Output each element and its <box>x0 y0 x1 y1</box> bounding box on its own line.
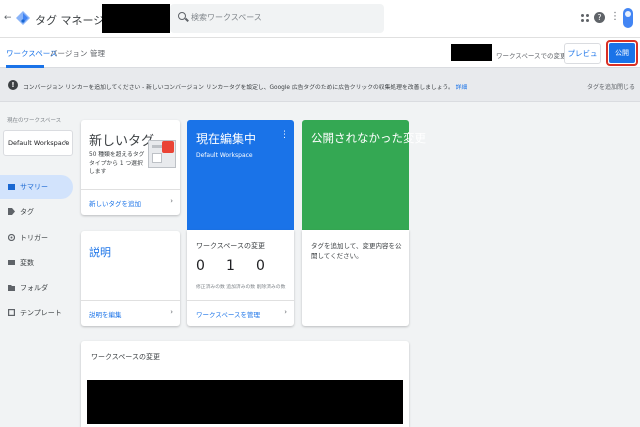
new-tag-title: 新しいタグ <box>89 134 155 149</box>
tag-icon <box>8 208 15 215</box>
banner-close-link[interactable]: 閉じる <box>617 82 635 91</box>
sidebar-item-summary[interactable]: サマリー <box>0 175 73 199</box>
chevron-right-icon: › <box>284 308 287 316</box>
sidebar-item-label: トリガー <box>20 234 48 242</box>
unpublished-changes-card: 公開されなかった変更 <box>302 120 426 230</box>
tag-manager-logo-icon <box>16 11 30 25</box>
count-labels: 修正済みの数 追加済みの数 削除済みの数 <box>196 285 286 290</box>
unpublished-changes-title: 公開されなかった変更 <box>311 131 426 145</box>
currently-editing-title: 現在編集中 <box>196 132 257 146</box>
sidebar-item-label: テンプレート <box>20 309 62 317</box>
workspace-name: Default Workspace <box>8 139 70 147</box>
preview-button[interactable]: プレビュー <box>564 43 601 77</box>
sidebar-item-triggers[interactable]: トリガー <box>0 226 73 250</box>
banner-message: コンバージョン リンカーを追加してください - 新しいコンバージョン リンカータ… <box>23 82 467 91</box>
card-divider <box>81 300 180 301</box>
banner-add-tag-link[interactable]: タグを追加 <box>587 82 617 91</box>
description-title: 説明 <box>89 246 111 259</box>
redacted-changes-list <box>87 380 403 424</box>
sidebar-item-tags[interactable]: タグ <box>0 200 73 224</box>
redacted-account-name <box>102 4 170 33</box>
account-avatar[interactable] <box>623 8 633 28</box>
sidebar-item-folders[interactable]: フォルダ <box>0 276 73 300</box>
tag-badge-icon <box>162 141 174 153</box>
current-workspace-name: Default Workspace <box>196 152 253 159</box>
info-icon: ! <box>8 80 18 90</box>
more-options-icon[interactable]: ⋮ <box>280 130 289 140</box>
deleted-count: 0 <box>256 258 265 274</box>
card-divider <box>81 189 180 190</box>
more-options-icon[interactable]: ⋮ <box>610 11 620 22</box>
modified-count: 0 <box>196 258 205 274</box>
learn-more-link[interactable]: 詳細 <box>456 85 468 91</box>
description-card[interactable]: 説明 説明を編集 › <box>81 231 180 326</box>
redacted-container-id <box>451 44 492 61</box>
workspace-changes-panel: ワークスペースの変更 0 1 0 修正済みの数 追加済みの数 削除済みの数 ワー… <box>187 230 294 326</box>
new-tag-card[interactable]: 新しいタグ 50 種類を超えるタグ タイプから 1 つ選択します 新しいタグを追… <box>81 120 180 215</box>
banner-message-text: コンバージョン リンカーを追加してください - 新しいコンバージョン リンカータ… <box>23 85 454 91</box>
workspace-changes-card: ワークスペースの変更 <box>81 341 409 427</box>
folder-icon <box>8 285 15 291</box>
manage-workspaces-link[interactable]: ワークスペースを管理 <box>196 309 260 319</box>
search-placeholder: 検索ワークスペース <box>191 13 262 22</box>
workspace-changes-card-title: ワークスペースの変更 <box>91 353 160 361</box>
trigger-icon <box>8 234 15 241</box>
edit-description-link[interactable]: 説明を編集 <box>89 309 122 319</box>
help-icon[interactable]: ? <box>594 12 605 23</box>
currently-editing-card: 現在編集中 Default Workspace ⋮ <box>187 120 294 230</box>
apps-grid-icon[interactable] <box>581 14 589 22</box>
chevron-right-icon: › <box>170 308 173 316</box>
workspace-toolbar: ワークスペース バージョン 管理 ワークスペースでの変更数: 1 プレビュー 公… <box>0 38 640 77</box>
workspace-selector[interactable]: Default Workspace › <box>3 130 73 156</box>
unpublished-changes-text: タグを追加して、変更内容を公開してください。 <box>311 242 402 260</box>
new-tag-description: 50 種類を超えるタグ タイプから 1 つ選択します <box>89 152 145 175</box>
template-icon <box>8 309 15 316</box>
tab-versions[interactable]: バージョン <box>50 48 87 59</box>
sidebar-item-templates[interactable]: テンプレート <box>0 301 73 325</box>
back-arrow-icon[interactable]: ← <box>4 13 12 23</box>
workspace-changes-title: ワークスペースの変更 <box>196 242 265 250</box>
sidebar-item-label: タグ <box>20 208 34 216</box>
chevron-right-icon: › <box>170 197 173 205</box>
card-divider <box>187 300 294 301</box>
unpublished-changes-panel: タグを追加して、変更内容を公開してください。 <box>302 230 409 326</box>
sidebar-item-label: フォルダ <box>20 284 48 292</box>
workspace-caption: 現在のワークスペース <box>7 118 62 124</box>
tab-admin[interactable]: 管理 <box>90 48 105 59</box>
variables-icon <box>8 260 15 265</box>
sidebar-item-variables[interactable]: 変数 <box>0 251 73 275</box>
folder-icon <box>8 184 15 190</box>
sidebar-item-label: サマリー <box>20 183 48 191</box>
publish-button[interactable]: 公開 <box>609 43 635 63</box>
chevron-right-icon: › <box>64 137 68 146</box>
notification-banner: ! コンバージョン リンカーを追加してください - 新しいコンバージョン リンカ… <box>0 68 640 102</box>
add-new-tag-link[interactable]: 新しいタグを追加 <box>89 198 141 208</box>
sidebar-item-label: 変数 <box>20 259 34 267</box>
search-icon <box>178 12 186 20</box>
top-app-bar: ← タグ マネージャー 検索ワークスペース ? ⋮ <box>0 0 640 38</box>
added-count: 1 <box>226 258 235 274</box>
